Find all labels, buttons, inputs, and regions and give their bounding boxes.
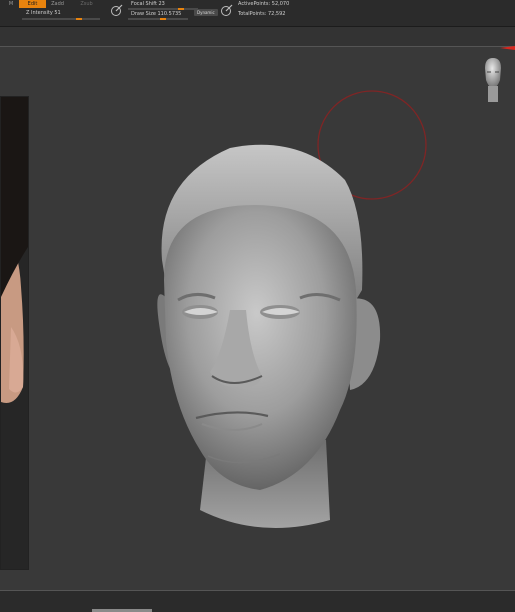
reference-image — [0, 96, 29, 570]
shelf-bar — [0, 27, 515, 46]
bottom-bar — [0, 590, 515, 612]
focal-shift-slider[interactable] — [128, 8, 198, 10]
active-points-label: ActivePoints: 52,070 — [238, 1, 290, 7]
z-intensity-label: Z Intensity 51 — [26, 10, 61, 16]
focal-shift-slider-thumb[interactable] — [178, 8, 184, 10]
z-intensity-slider[interactable] — [22, 18, 100, 20]
z-intensity-slider-thumb[interactable] — [76, 18, 82, 20]
mode-button-zsub[interactable]: Zsub — [78, 0, 95, 8]
brush-settings-icon[interactable] — [110, 4, 123, 17]
head-sculpt-model[interactable] — [150, 140, 390, 540]
mode-button-m[interactable]: M — [6, 0, 16, 8]
focal-shift-label: Focal Shift 23 — [131, 1, 165, 7]
dynamic-button[interactable]: Dynamic — [194, 9, 218, 16]
mode-button-edit[interactable]: Edit — [19, 0, 46, 8]
red-pointer-icon — [500, 46, 515, 50]
draw-size-slider-thumb[interactable] — [160, 18, 166, 20]
draw-size-label: Draw Size 110.5735 — [131, 11, 182, 17]
mode-button-zadd[interactable]: Zadd — [49, 0, 66, 8]
draw-size-slider[interactable] — [128, 18, 188, 20]
points-icon[interactable] — [220, 4, 233, 17]
total-points-label: TotalPoints: 72,592 — [238, 11, 286, 17]
top-toolbar: M Edit Zadd Zsub Z Intensity 51 Focal Sh… — [0, 0, 515, 27]
navigation-head-icon[interactable] — [480, 56, 506, 102]
